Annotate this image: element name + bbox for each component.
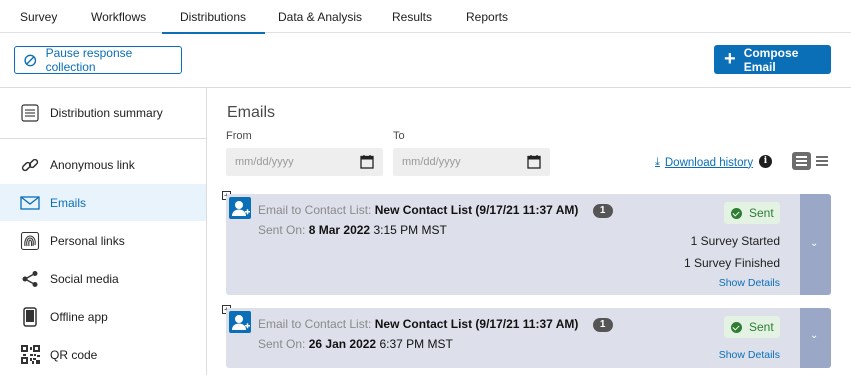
email-prefix: Email to Contact List: — [258, 203, 372, 217]
sidebar: Distribution summary Anonymous link Emai… — [0, 88, 207, 375]
sidebar-item-label: Social media — [50, 271, 119, 286]
calendar-icon[interactable] — [527, 154, 541, 169]
sidebar-item-label: Emails — [50, 195, 87, 210]
sidebar-item-emails[interactable]: Emails — [0, 184, 206, 221]
sent-date: 8 Mar 2022 — [308, 223, 371, 237]
sidebar-item-label: Distribution summary — [50, 105, 163, 120]
email-title: Email to Contact List: New Contact List … — [258, 317, 613, 332]
surveys-finished-stat: 1 Survey Finished — [683, 256, 780, 270]
from-date-input[interactable]: mm/dd/yyyy — [226, 148, 383, 176]
chevron-down-icon: ⌄ — [810, 238, 819, 249]
contact-list-name: New Contact List (9/17/21 11:37 AM) — [374, 203, 579, 217]
link-icon — [19, 154, 41, 176]
status-label: Sent — [749, 206, 774, 220]
pause-response-collection-button[interactable]: Pause response collection — [14, 46, 182, 74]
sidebar-divider — [0, 138, 206, 139]
email-prefix: Email to Contact List: — [258, 317, 372, 331]
download-history-label: Download history — [664, 156, 754, 169]
show-details-link[interactable]: Show Details — [719, 277, 780, 289]
chevron-down-icon: ⌄ — [810, 330, 819, 341]
tab-distributions[interactable]: Distributions — [161, 10, 266, 34]
to-date-input[interactable]: mm/dd/yyyy — [393, 148, 550, 176]
to-date-placeholder: mm/dd/yyyy — [402, 156, 461, 168]
from-date-placeholder: mm/dd/yyyy — [235, 156, 294, 168]
compose-button-label: Compose Email — [743, 45, 799, 74]
sidebar-item-label: QR code — [50, 347, 98, 362]
recipient-count-badge: 1 — [592, 318, 613, 332]
from-label: From — [226, 130, 252, 142]
sidebar-item-distribution-summary[interactable]: Distribution summary — [0, 94, 206, 131]
contact-list-icon — [229, 197, 251, 219]
status-badge: Sent — [724, 202, 780, 224]
status-badge: Sent — [724, 316, 780, 338]
calendar-icon[interactable] — [360, 154, 374, 169]
card-view-toggle[interactable] — [792, 152, 811, 170]
qr-code-icon — [19, 344, 41, 366]
phone-icon — [19, 306, 41, 328]
check-circle-icon — [731, 321, 742, 333]
sent-on-label: Sent On: — [258, 337, 306, 351]
sidebar-item-label: Anonymous link — [50, 157, 135, 172]
compose-email-button[interactable]: + Compose Email — [714, 45, 831, 74]
info-icon[interactable]: i — [759, 155, 772, 168]
tab-workflows[interactable]: Workflows — [91, 10, 146, 24]
show-details-link[interactable]: Show Details — [719, 349, 780, 361]
sidebar-item-label: Personal links — [50, 233, 125, 248]
email-card: Email to Contact List: New Contact List … — [226, 308, 831, 368]
email-card: Email to Contact List: New Contact List … — [226, 194, 831, 295]
download-history-link[interactable]: ⤓ Download history — [655, 156, 753, 169]
sent-on-label: Sent On: — [258, 223, 306, 237]
share-icon — [19, 268, 41, 290]
email-title: Email to Contact List: New Contact List … — [258, 203, 613, 218]
prohibited-icon — [24, 54, 37, 66]
pause-button-label: Pause response collection — [45, 46, 133, 74]
sidebar-item-label: Offline app — [50, 309, 108, 324]
check-circle-icon — [731, 207, 742, 219]
document-list-icon — [19, 102, 41, 124]
sidebar-item-offline-app[interactable]: Offline app — [0, 298, 206, 335]
tab-survey[interactable]: Survey — [20, 10, 57, 24]
tab-reports[interactable]: Reports — [466, 10, 508, 24]
tab-results[interactable]: Results — [392, 10, 432, 24]
sidebar-item-qr-code[interactable]: QR code — [0, 336, 206, 373]
surveys-started-stat: 1 Survey Started — [690, 234, 780, 248]
sent-on-line: Sent On: 8 Mar 2022 3:15 PM MST — [258, 223, 447, 237]
recipient-count-badge: 1 — [592, 204, 613, 218]
contact-list-name: New Contact List (9/17/21 11:37 AM) — [374, 317, 579, 331]
fingerprint-icon — [19, 230, 41, 252]
contact-list-icon — [229, 311, 251, 333]
sidebar-item-anonymous-link[interactable]: Anonymous link — [0, 146, 206, 183]
sent-time: 3:15 PM MST — [373, 223, 447, 237]
list-view-toggle[interactable] — [816, 155, 828, 167]
sidebar-item-personal-links[interactable]: Personal links — [0, 222, 206, 259]
expand-card-button[interactable]: ⌄ — [800, 308, 831, 368]
top-tab-bar: Survey Workflows Distributions Data & An… — [0, 0, 851, 34]
tab-data-analysis[interactable]: Data & Analysis — [278, 10, 362, 24]
plus-icon: + — [724, 47, 736, 70]
sent-date: 26 Jan 2022 — [308, 337, 377, 351]
to-label: To — [393, 130, 405, 142]
sent-time: 6:37 PM MST — [379, 337, 453, 351]
status-label: Sent — [749, 320, 774, 334]
sent-on-line: Sent On: 26 Jan 2022 6:37 PM MST — [258, 337, 453, 351]
sidebar-item-social-media[interactable]: Social media — [0, 260, 206, 297]
envelope-icon — [19, 192, 41, 214]
download-icon: ⤓ — [655, 156, 660, 168]
expand-card-button[interactable]: ⌄ — [800, 194, 831, 295]
page-title: Emails — [227, 104, 276, 121]
